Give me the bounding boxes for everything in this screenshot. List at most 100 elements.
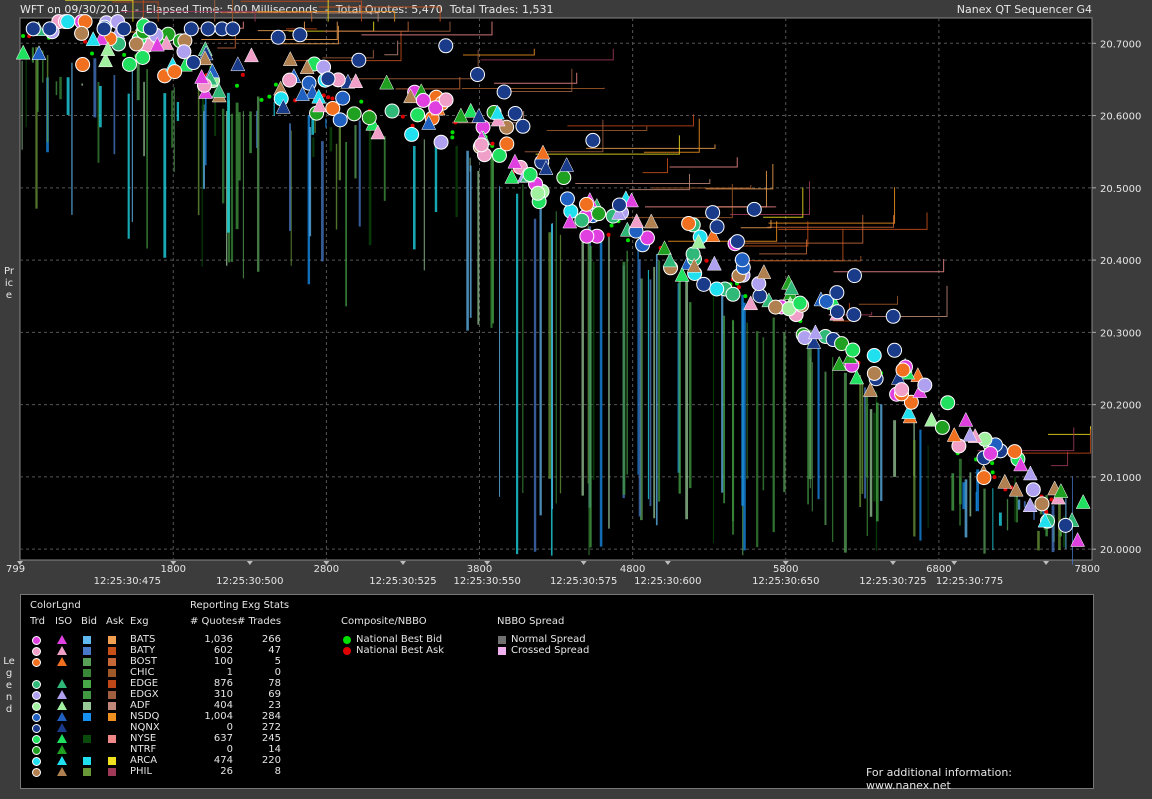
trade-marker bbox=[559, 191, 575, 207]
axis-marker bbox=[1043, 561, 1050, 565]
exchange-name: BATS bbox=[130, 634, 156, 645]
trade-marker bbox=[768, 299, 784, 315]
exchange-trades: 78 bbox=[268, 678, 281, 689]
trade-marker bbox=[142, 21, 158, 37]
nbbo-marker bbox=[90, 51, 95, 56]
trade-marker bbox=[746, 201, 762, 217]
exchange-quotes: 602 bbox=[213, 645, 233, 656]
trade-marker bbox=[404, 126, 420, 142]
normal-spread-swatch bbox=[498, 636, 506, 644]
trade-marker bbox=[846, 268, 862, 284]
footer-link[interactable]: For additional information: www.nanex.ne… bbox=[866, 766, 1093, 792]
trade-marker bbox=[611, 197, 627, 213]
bid-color-swatch bbox=[83, 669, 91, 677]
trade-marker bbox=[438, 92, 454, 108]
iso-color-swatch bbox=[57, 712, 67, 721]
legend-panel: ColorLgnd Trd ISO Bid Ask Exg Reporting … bbox=[20, 594, 1094, 792]
col-header-ask: Ask bbox=[106, 616, 124, 627]
x-tick-label: 7800 bbox=[1075, 564, 1100, 575]
exchange-trades: 14 bbox=[268, 744, 281, 755]
nbbo-marker bbox=[450, 130, 455, 135]
nbbo-marker bbox=[273, 82, 278, 87]
trade-marker bbox=[579, 228, 595, 244]
exchange-trades: 284 bbox=[261, 711, 281, 722]
trade-marker bbox=[499, 136, 515, 152]
bid-color-swatch bbox=[83, 702, 91, 710]
ask-color-swatch bbox=[108, 702, 116, 710]
x-time-label: 12:25:30:525 bbox=[369, 576, 436, 587]
trade-color-swatch bbox=[32, 768, 41, 777]
trade-color-swatch bbox=[32, 724, 41, 733]
trade-marker bbox=[225, 21, 241, 37]
price-chart: 20.7000 20.6000 20.5000 20.4000 20.3000 20.20… bbox=[6, 0, 1141, 587]
y-tick-label: 20.4000 bbox=[1100, 256, 1141, 267]
trade-marker bbox=[361, 110, 377, 126]
trade-marker bbox=[983, 445, 999, 461]
x-tick-label: 799 bbox=[6, 564, 25, 575]
national-best-ask-label: National Best Ask bbox=[356, 645, 445, 656]
col-header-trd: Trd bbox=[30, 616, 45, 627]
stats-header-trades: # Trades bbox=[237, 616, 282, 627]
axis-marker bbox=[664, 561, 671, 565]
exchange-quotes: 1 bbox=[226, 667, 233, 678]
trade-color-swatch bbox=[32, 691, 41, 700]
stats-title: Reporting Exg Stats bbox=[190, 600, 290, 611]
ask-color-swatch bbox=[108, 647, 116, 655]
iso-color-swatch bbox=[57, 701, 67, 710]
nbbo-marker bbox=[990, 470, 995, 475]
iso-color-swatch bbox=[57, 635, 67, 644]
spread-title: NBBO Spread bbox=[497, 616, 565, 627]
exchange-trades: 0 bbox=[274, 667, 281, 678]
trade-marker bbox=[433, 134, 449, 150]
nbbo-marker bbox=[259, 97, 264, 102]
trade-marker bbox=[579, 196, 595, 212]
trade-marker bbox=[976, 470, 992, 486]
bid-color-swatch bbox=[83, 680, 91, 688]
trade-marker bbox=[685, 246, 701, 262]
exchange-quotes: 26 bbox=[220, 766, 233, 777]
exchange-trades: 272 bbox=[261, 722, 281, 733]
nbbo-marker bbox=[359, 99, 364, 104]
trade-marker bbox=[829, 304, 845, 320]
y-tick-label: 20.3000 bbox=[1100, 328, 1141, 339]
nbbo-marker bbox=[234, 83, 239, 88]
exchange-quotes: 1,004 bbox=[204, 711, 233, 722]
trade-marker bbox=[176, 44, 192, 60]
exchange-name: PHIL bbox=[130, 766, 153, 777]
trade-marker bbox=[438, 38, 454, 54]
nbbo-marker bbox=[267, 94, 272, 99]
trade-marker bbox=[585, 132, 601, 148]
trade-marker bbox=[940, 395, 956, 411]
trade-marker bbox=[96, 21, 112, 37]
national-best-bid-label: National Best Bid bbox=[356, 634, 443, 645]
trade-marker bbox=[681, 215, 697, 231]
trade-marker bbox=[574, 212, 590, 228]
trade-marker bbox=[384, 103, 400, 119]
trade-marker bbox=[1025, 482, 1041, 498]
exchange-quotes: 876 bbox=[213, 678, 233, 689]
nbbo-marker bbox=[330, 96, 335, 101]
nbbo-marker bbox=[21, 34, 26, 39]
trade-marker bbox=[709, 281, 725, 297]
x-time-label: 12:25:30:475 bbox=[94, 576, 161, 587]
y-tick-label: 20.1000 bbox=[1100, 473, 1141, 484]
x-tick-label: 5800 bbox=[773, 564, 798, 575]
trade-marker bbox=[734, 252, 750, 268]
trade-marker bbox=[270, 29, 286, 45]
trade-marker bbox=[351, 52, 367, 68]
trade-color-swatch bbox=[32, 636, 41, 645]
bid-color-swatch bbox=[83, 713, 91, 721]
trade-color-swatch bbox=[32, 647, 41, 656]
exchange-quotes: 474 bbox=[213, 755, 233, 766]
x-time-label: 12:25:30:775 bbox=[936, 576, 1003, 587]
trade-marker bbox=[866, 365, 882, 381]
trade-marker bbox=[496, 84, 512, 100]
nbbo-marker bbox=[490, 141, 495, 146]
national-best-bid-swatch bbox=[343, 636, 351, 644]
exchange-quotes: 310 bbox=[213, 689, 233, 700]
x-time-label: 12:25:30:550 bbox=[453, 576, 520, 587]
axis-marker bbox=[951, 561, 958, 565]
col-header-bid: Bid bbox=[81, 616, 97, 627]
trade-color-swatch bbox=[32, 713, 41, 722]
trade-marker bbox=[1058, 517, 1074, 533]
